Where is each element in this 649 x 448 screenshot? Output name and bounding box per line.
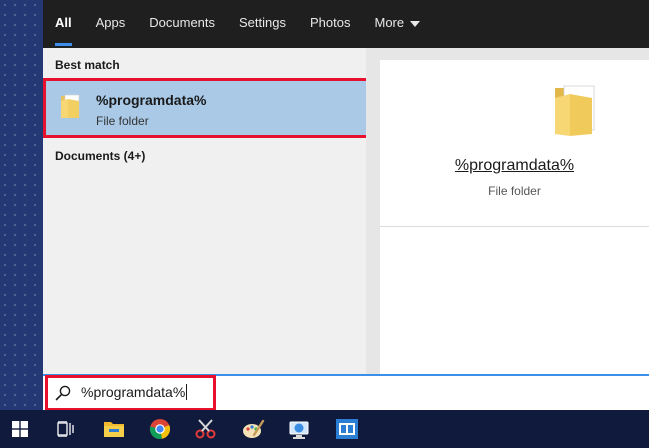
search-box[interactable]: %programdata% [43,374,649,410]
search-results-list: Best match %programdata% File folder Doc… [43,48,366,374]
start-button[interactable] [0,410,40,448]
search-icon [55,385,71,401]
folder-icon [61,94,80,118]
text-cursor [186,384,188,400]
tab-label: Photos [310,15,351,30]
task-view-icon [57,421,74,437]
tab-apps[interactable]: Apps [84,0,138,46]
snipping-tool-button[interactable] [186,410,226,448]
file-explorer-icon [104,422,124,437]
remote-desktop-icon [289,421,309,439]
snipping-tool-icon [195,419,216,439]
chrome-button[interactable] [140,410,180,448]
best-match-result[interactable]: %programdata% File folder [45,80,366,138]
tab-label: Settings [239,15,286,30]
preview-subtitle: File folder [488,184,541,198]
file-explorer-button[interactable] [94,410,134,448]
tab-all[interactable]: All [43,0,84,46]
tab-label: All [55,15,72,30]
taskbar [0,410,649,448]
best-match-title: %programdata% [96,92,207,108]
best-match-header: Best match [55,58,120,72]
chevron-down-icon [410,20,421,27]
remote-desktop-button[interactable] [279,410,319,448]
tab-label: Documents [149,15,216,30]
paint-button[interactable] [233,410,273,448]
tab-more[interactable]: More [362,0,432,46]
preview-title-link[interactable]: %programdata% [380,157,649,175]
tab-documents[interactable]: Documents [137,0,227,46]
desktop-background [0,0,43,410]
task-view-button[interactable] [46,410,86,448]
app-window-icon [336,419,358,439]
best-match-subtitle: File folder [96,114,149,128]
chrome-icon [149,419,171,440]
tab-photos[interactable]: Photos [298,0,362,46]
tab-label: More [374,15,405,30]
tab-settings[interactable]: Settings [227,0,298,46]
tab-label: Apps [95,15,126,30]
folder-icon [555,85,595,136]
search-input-value: %programdata% [81,384,186,400]
app-window-button[interactable] [327,410,367,448]
windows-start-icon [12,421,28,437]
search-input[interactable]: %programdata% [81,384,188,400]
paint-icon [243,419,265,438]
preview-divider [380,226,649,227]
documents-header[interactable]: Documents (4+) [55,149,145,163]
search-filter-tabs: All Apps Documents Settings Photos More [43,0,649,48]
result-preview-panel: %programdata% File folder [380,60,649,374]
